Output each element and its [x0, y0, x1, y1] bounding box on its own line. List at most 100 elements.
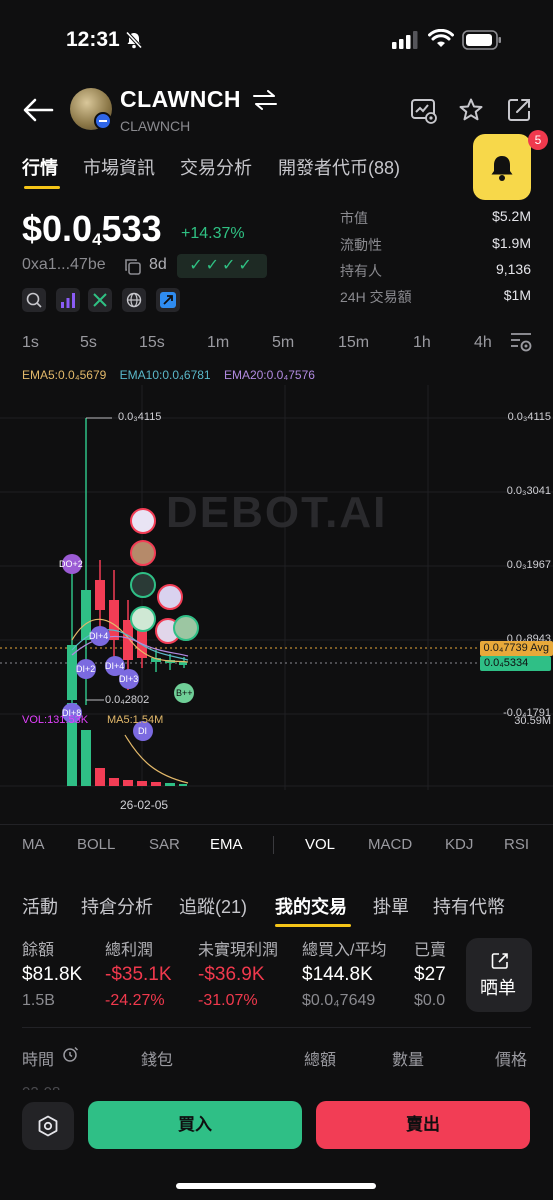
- trade-marker[interactable]: DI+2: [76, 664, 95, 674]
- indicator-separator: [273, 836, 274, 854]
- back-arrow-icon[interactable]: [20, 94, 56, 126]
- x-axis-date: 26-02-05: [120, 798, 169, 812]
- metric-sold-clip: 已賣 $27 $0.0: [414, 936, 458, 1020]
- sell-button[interactable]: 賣出: [316, 1101, 530, 1149]
- swap-icon[interactable]: [252, 90, 278, 110]
- y-axis-label: 0.0₃1967: [506, 559, 551, 571]
- stat-value-holders: 9,136: [495, 261, 531, 277]
- cellular-signal-icon: [392, 31, 418, 49]
- stat-label-volume: 24H 交易額: [340, 289, 412, 305]
- tab-my-trades[interactable]: 我的交易: [275, 893, 347, 919]
- metric-sub-unrealized: -31.07%: [198, 992, 258, 1009]
- timeframe-15m[interactable]: 15m: [338, 334, 369, 352]
- timeframe-1h[interactable]: 1h: [413, 334, 431, 352]
- trade-marker[interactable]: DI+4: [105, 661, 124, 671]
- copy-icon[interactable]: [124, 258, 142, 276]
- indicator-kdj[interactable]: KDJ: [445, 836, 473, 853]
- token-symbol: CLAWNCH: [120, 118, 191, 134]
- timeframe-1s[interactable]: 1s: [22, 334, 39, 352]
- chart-gridlines: [0, 385, 553, 790]
- trade-marker[interactable]: DI: [138, 726, 147, 736]
- timeframe-4h[interactable]: 4h: [474, 334, 492, 352]
- ema-legend: EMA5:0.0₄5679 EMA10:0.0₄6781 EMA20:0.0₄7…: [22, 368, 315, 382]
- stat-value-liquidity: $1.9M: [492, 235, 531, 251]
- contract-address[interactable]: 0xa1...47be: [22, 256, 106, 274]
- buy-button[interactable]: 買入: [88, 1101, 302, 1149]
- trade-marker[interactable]: DI+4: [89, 631, 108, 641]
- trade-marker[interactable]: DO+2: [59, 559, 83, 569]
- col-header-total[interactable]: 總額: [304, 1046, 336, 1070]
- ma5-label: MA5:1.54M: [107, 714, 164, 726]
- indicator-macd[interactable]: MACD: [368, 836, 412, 853]
- x-twitter-icon[interactable]: [88, 288, 112, 312]
- indicator-sar[interactable]: SAR: [149, 836, 180, 853]
- bell-off-icon: [125, 31, 143, 49]
- col-header-amount[interactable]: 數量: [392, 1046, 424, 1070]
- trade-marker[interactable]: DI+8: [62, 708, 81, 718]
- hexagon-settings-icon: [38, 1115, 58, 1137]
- indicator-ema[interactable]: EMA: [210, 836, 243, 853]
- trade-settings-button[interactable]: [22, 1102, 74, 1150]
- timeframe-15s[interactable]: 15s: [139, 334, 165, 352]
- metric-sub-sold: $0.0: [414, 992, 446, 1009]
- metric-value-total-buy: $144.8K: [302, 964, 373, 985]
- indicator-rsi[interactable]: RSI: [504, 836, 529, 853]
- ema20-label: EMA20:0.0₄7576: [223, 368, 315, 382]
- home-indicator: [176, 1183, 376, 1189]
- trade-marker[interactable]: DI+3: [119, 674, 138, 684]
- search-icon[interactable]: [22, 288, 46, 312]
- metric-label-sold: 已賣: [414, 942, 447, 959]
- price-chart[interactable]: [0, 385, 553, 820]
- star-icon[interactable]: [458, 97, 484, 123]
- alert-count-badge: 5: [528, 130, 548, 150]
- timeframe-5s[interactable]: 5s: [80, 334, 97, 352]
- indicator-ma[interactable]: MA: [22, 836, 45, 853]
- security-checks-badge[interactable]: ✓✓✓✓: [177, 254, 267, 278]
- timeframe-1m[interactable]: 1m: [207, 334, 229, 352]
- chart-low-label: 0.0₄2802: [105, 694, 150, 706]
- tab-held-tokens[interactable]: 持有代幣: [433, 893, 505, 919]
- chart-high-label: 0.0₃4115: [118, 411, 162, 423]
- token-name: CLAWNCH: [120, 86, 242, 112]
- tab-market[interactable]: 行情: [22, 154, 58, 180]
- indicator-boll[interactable]: BOLL: [77, 836, 115, 853]
- stat-value-volume: $1M: [503, 287, 531, 303]
- y-axis-label: 0.0₃4115: [507, 411, 551, 423]
- tab-orders[interactable]: 掛單: [373, 893, 409, 919]
- chart-watermark: DEBOT.AI: [166, 488, 388, 537]
- metric-label-total-profit: 總利潤: [105, 942, 154, 959]
- metric-value-unrealized: -$36.9K: [198, 964, 265, 985]
- stat-label-mcap: 市值: [340, 210, 368, 226]
- trade-marker[interactable]: B++: [176, 688, 193, 698]
- metric-value-total-profit: -$35.1K: [105, 964, 172, 985]
- metric-label-unrealized: 未實現利潤: [198, 942, 279, 959]
- price-alert-button[interactable]: [473, 134, 531, 200]
- timeframe-5m[interactable]: 5m: [272, 334, 294, 352]
- chart-bars-icon[interactable]: [56, 288, 80, 312]
- watch-chart-icon[interactable]: [410, 98, 438, 124]
- tab-dev-tokens[interactable]: 開發者代币(88): [278, 154, 400, 180]
- tab-tracking[interactable]: 追蹤(21): [179, 893, 247, 919]
- telegram-icon[interactable]: [156, 288, 180, 312]
- tab-trade-analysis[interactable]: 交易分析: [180, 154, 252, 180]
- metric-label-balance: 餘額: [22, 942, 55, 959]
- website-globe-icon[interactable]: [122, 288, 146, 312]
- chart-settings-icon[interactable]: [508, 329, 534, 355]
- avg-price-tag: 0.0₄7739 Avg: [479, 641, 553, 656]
- tab-activity[interactable]: 活動: [22, 893, 58, 919]
- status-time: 12:31: [66, 28, 120, 51]
- y-axis-label: 0.0₃3041: [506, 485, 551, 497]
- ema5-label: EMA5:0.0₄5679: [22, 368, 107, 382]
- current-price-tag: 0.0₄5334: [480, 656, 551, 671]
- col-header-wallet[interactable]: 錢包: [141, 1046, 173, 1070]
- metric-label-total-buy: 總買入/平均: [302, 942, 387, 959]
- col-header-price[interactable]: 價格: [495, 1046, 527, 1070]
- metric-value-balance: $81.8K: [22, 964, 83, 985]
- tab-holdings-analysis[interactable]: 持倉分析: [81, 893, 153, 919]
- metric-sub-balance: 1.5B: [22, 992, 55, 1009]
- indicator-vol[interactable]: VOL: [305, 836, 335, 853]
- clock-toggle-icon[interactable]: [62, 1046, 79, 1063]
- col-header-time[interactable]: 時間: [22, 1046, 54, 1070]
- tab-market-info[interactable]: 市場資訊: [83, 154, 155, 180]
- share-icon[interactable]: [506, 97, 532, 123]
